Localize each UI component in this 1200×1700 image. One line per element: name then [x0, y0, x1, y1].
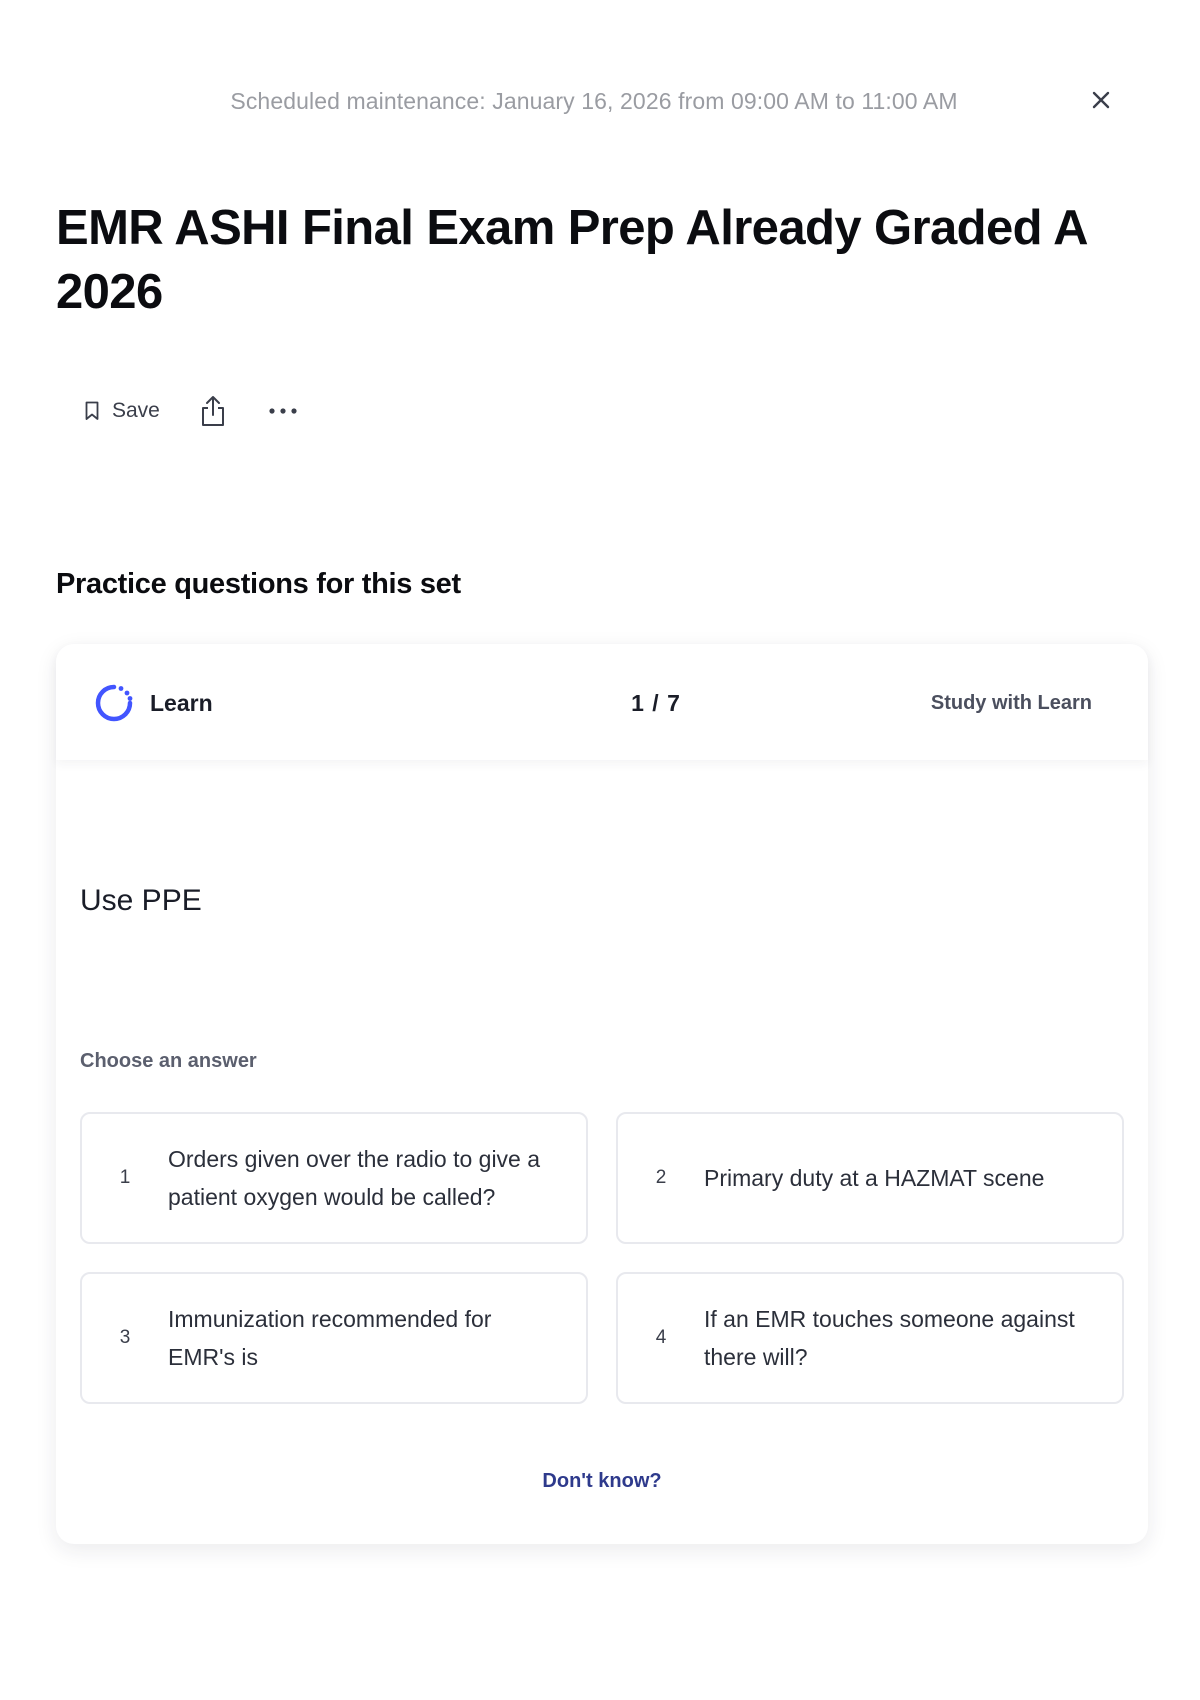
answer-text: Orders given over the radio to give a pa… [168, 1146, 541, 1210]
close-banner-button[interactable] [1085, 84, 1117, 116]
question-prompt: Use PPE [80, 884, 202, 917]
answer-number: 4 [655, 1327, 667, 1348]
learn-mode-label: Learn [150, 690, 213, 716]
answer-options: 1 Orders given over the radio to give a … [80, 1112, 1124, 1404]
maintenance-banner: Scheduled maintenance: January 16, 2026 … [0, 78, 1200, 124]
study-with-learn-link[interactable]: Study with Learn [931, 692, 1092, 715]
page-title: EMR ASHI Final Exam Prep Already Graded … [56, 201, 1087, 319]
share-icon [201, 396, 224, 426]
share-button[interactable] [188, 386, 238, 436]
set-actions-toolbar: Save [72, 386, 308, 436]
answer-text: Immunization recommended for EMR's is [168, 1306, 492, 1370]
answer-option-3[interactable]: 3 Immunization recommended for EMR's is [80, 1272, 588, 1404]
answer-text: If an EMR touches someone against there … [704, 1306, 1075, 1370]
question-progress: 1 / 7 [631, 690, 681, 716]
answer-option-1[interactable]: 1 Orders given over the radio to give a … [80, 1112, 588, 1244]
answer-number: 2 [655, 1167, 667, 1188]
practice-card-header: Learn 1 / 7 Study with Learn [56, 644, 1148, 760]
answer-text: Primary duty at a HAZMAT scene [704, 1165, 1045, 1191]
save-label: Save [112, 399, 160, 422]
answer-option-2[interactable]: 2 Primary duty at a HAZMAT scene [616, 1112, 1124, 1244]
answer-option-4[interactable]: 4 If an EMR touches someone against ther… [616, 1272, 1124, 1404]
practice-question-card: Learn 1 / 7 Study with Learn Use PPE Cho… [56, 644, 1148, 1544]
practice-section-title: Practice questions for this set [56, 568, 461, 600]
close-icon [1092, 91, 1110, 109]
dont-know-button[interactable]: Don't know? [56, 1470, 1148, 1493]
more-icon [269, 408, 297, 414]
save-button[interactable]: Save [72, 386, 172, 436]
more-options-button[interactable] [258, 386, 308, 436]
learn-icon [95, 684, 133, 722]
choose-answer-label: Choose an answer [80, 1050, 257, 1072]
maintenance-banner-text: Scheduled maintenance: January 16, 2026 … [230, 88, 958, 114]
answer-number: 3 [119, 1327, 131, 1348]
answer-number: 1 [119, 1167, 131, 1188]
bookmark-icon [85, 401, 99, 420]
